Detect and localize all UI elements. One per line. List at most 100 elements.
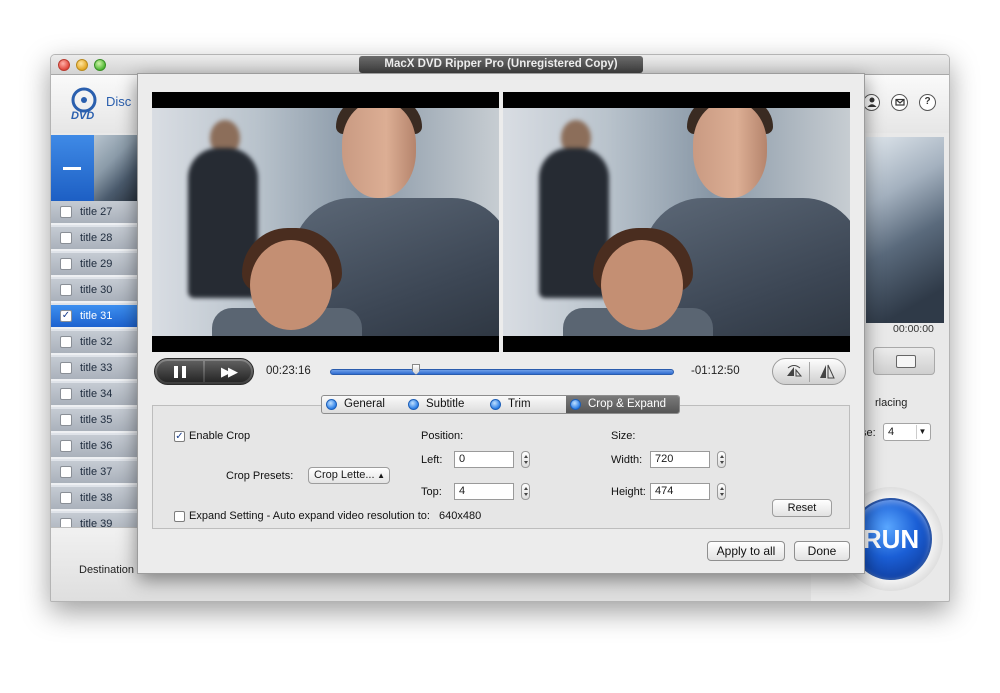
title-thumbnail — [94, 135, 137, 201]
title-checkbox[interactable] — [60, 258, 72, 270]
title-thumbnail-strip — [51, 135, 137, 201]
tab-general[interactable]: General — [322, 396, 404, 413]
collapse-button[interactable] — [51, 135, 94, 201]
title-checkbox[interactable] — [60, 388, 72, 400]
title-checkbox[interactable] — [60, 492, 72, 504]
deinterlacing-label: rlacing — [875, 397, 908, 409]
title-list-item[interactable]: title 34 — [51, 383, 137, 407]
settings-tabs: General Subtitle Trim Crop & Expand — [321, 395, 680, 414]
title-list-item[interactable]: title 35 — [51, 409, 137, 433]
video-frame — [503, 108, 850, 336]
title-label: title 29 — [80, 258, 113, 270]
radio-icon — [408, 399, 419, 410]
title-list-item[interactable]: title 30 — [51, 279, 137, 303]
cpu-core-value: 4 — [888, 426, 895, 438]
title-label: title 31 — [80, 310, 113, 322]
disc-button-label[interactable]: Disc — [106, 94, 131, 109]
tab-trim[interactable]: Trim — [486, 396, 566, 413]
reset-button[interactable]: Reset — [772, 499, 832, 517]
mail-icon[interactable] — [891, 94, 908, 111]
tab-crop-expand[interactable]: Crop & Expand — [566, 396, 679, 413]
title-checkbox[interactable]: ✓ — [60, 310, 72, 322]
crop-settings-panel: ✓ Enable Crop Crop Presets: Crop Lette..… — [152, 405, 850, 529]
crop-width-input[interactable]: 720 — [650, 451, 710, 468]
enable-crop-checkbox[interactable]: ✓ — [174, 431, 185, 442]
main-preview-image — [866, 137, 944, 323]
height-label: Height: — [611, 486, 646, 498]
title-list-item[interactable]: title 37 — [51, 461, 137, 485]
crop-height-stepper[interactable] — [717, 483, 726, 500]
close-window-button[interactable] — [58, 59, 70, 71]
crop-top-input[interactable]: 4 — [454, 483, 514, 500]
top-label: Top: — [421, 486, 442, 498]
crop-width-stepper[interactable] — [717, 451, 726, 468]
radio-icon — [490, 399, 501, 410]
apply-to-all-button[interactable]: Apply to all — [707, 541, 785, 561]
expand-resolution-value: 640x480 — [439, 510, 482, 522]
title-label: title 32 — [80, 336, 113, 348]
open-folder-button[interactable] — [873, 347, 935, 375]
current-time: 00:23:16 — [266, 365, 311, 377]
width-label: Width: — [611, 454, 643, 466]
tab-subtitle[interactable]: Subtitle — [404, 396, 486, 413]
title-checkbox[interactable] — [60, 232, 72, 244]
minus-icon — [63, 167, 81, 170]
zoom-window-button[interactable] — [94, 59, 106, 71]
radio-icon — [326, 399, 337, 410]
title-list-item[interactable]: title 27 — [51, 201, 137, 225]
title-checkbox[interactable] — [60, 414, 72, 426]
crop-left-input[interactable]: 0 — [454, 451, 514, 468]
title-list-item[interactable]: title 38 — [51, 487, 137, 511]
pause-button[interactable] — [157, 361, 203, 382]
rotate-flip-vertical-button[interactable] — [785, 364, 803, 379]
enable-crop-label: Enable Crop — [189, 430, 251, 442]
title-label: title 38 — [80, 492, 113, 504]
crop-presets-label: Crop Presets: — [226, 470, 294, 482]
playback-controls: ▶▶ — [154, 358, 254, 385]
title-label: title 27 — [80, 206, 113, 218]
title-checkbox[interactable] — [60, 440, 72, 452]
window-title: MacX DVD Ripper Pro (Unregistered Copy) — [359, 56, 643, 73]
crop-top-stepper[interactable] — [521, 483, 530, 500]
expand-setting-checkbox[interactable] — [174, 511, 185, 522]
remaining-time: -01:12:50 — [691, 365, 740, 377]
chevron-updown-icon: ▲ — [377, 471, 385, 480]
title-label: title 30 — [80, 284, 113, 296]
done-button[interactable]: Done — [794, 541, 850, 561]
title-list-item[interactable]: title 29 — [51, 253, 137, 277]
title-list-item[interactable]: title 36 — [51, 435, 137, 459]
video-frame — [152, 108, 499, 336]
crop-presets-select[interactable]: Crop Lette... ▲ — [308, 467, 390, 484]
crop-preset-value: Crop Lette... — [314, 469, 375, 481]
title-label: title 37 — [80, 466, 113, 478]
user-icon[interactable] — [863, 94, 880, 111]
main-preview-time: 00:00:00 — [893, 323, 934, 335]
title-checkbox[interactable] — [60, 336, 72, 348]
title-checkbox[interactable] — [60, 466, 72, 478]
title-label: title 34 — [80, 388, 113, 400]
dvd-logo-text: DVD — [71, 110, 94, 121]
seek-bar[interactable] — [330, 369, 674, 375]
crop-height-input[interactable]: 474 — [650, 483, 710, 500]
title-list-item[interactable]: title 33 — [51, 357, 137, 381]
mirror-flip-horizontal-button[interactable] — [819, 364, 835, 379]
title-list-item[interactable]: title 32 — [51, 331, 137, 355]
minimize-window-button[interactable] — [76, 59, 88, 71]
original-video-preview — [152, 92, 499, 352]
title-checkbox[interactable] — [60, 206, 72, 218]
folder-icon — [896, 355, 916, 368]
help-icon[interactable]: ? — [919, 94, 936, 111]
title-label: title 33 — [80, 362, 113, 374]
dvd-disc-icon[interactable]: DVD — [69, 87, 103, 121]
title-list-item[interactable]: title 28 — [51, 227, 137, 251]
crop-left-stepper[interactable] — [521, 451, 530, 468]
fast-forward-button[interactable]: ▶▶ — [205, 361, 251, 382]
crop-expand-dialog: ▶▶ 00:23:16 -01:12:50 ✓ Enable Crop Crop… — [137, 73, 865, 574]
title-checkbox[interactable] — [60, 362, 72, 374]
title-label: title 35 — [80, 414, 113, 426]
title-bar: MacX DVD Ripper Pro (Unregistered Copy) — [51, 55, 949, 75]
title-checkbox[interactable] — [60, 284, 72, 296]
cpu-core-select[interactable]: 4 ▼ — [883, 423, 931, 441]
title-list-item[interactable]: ✓ title 31 — [51, 305, 137, 329]
left-label: Left: — [421, 454, 443, 466]
